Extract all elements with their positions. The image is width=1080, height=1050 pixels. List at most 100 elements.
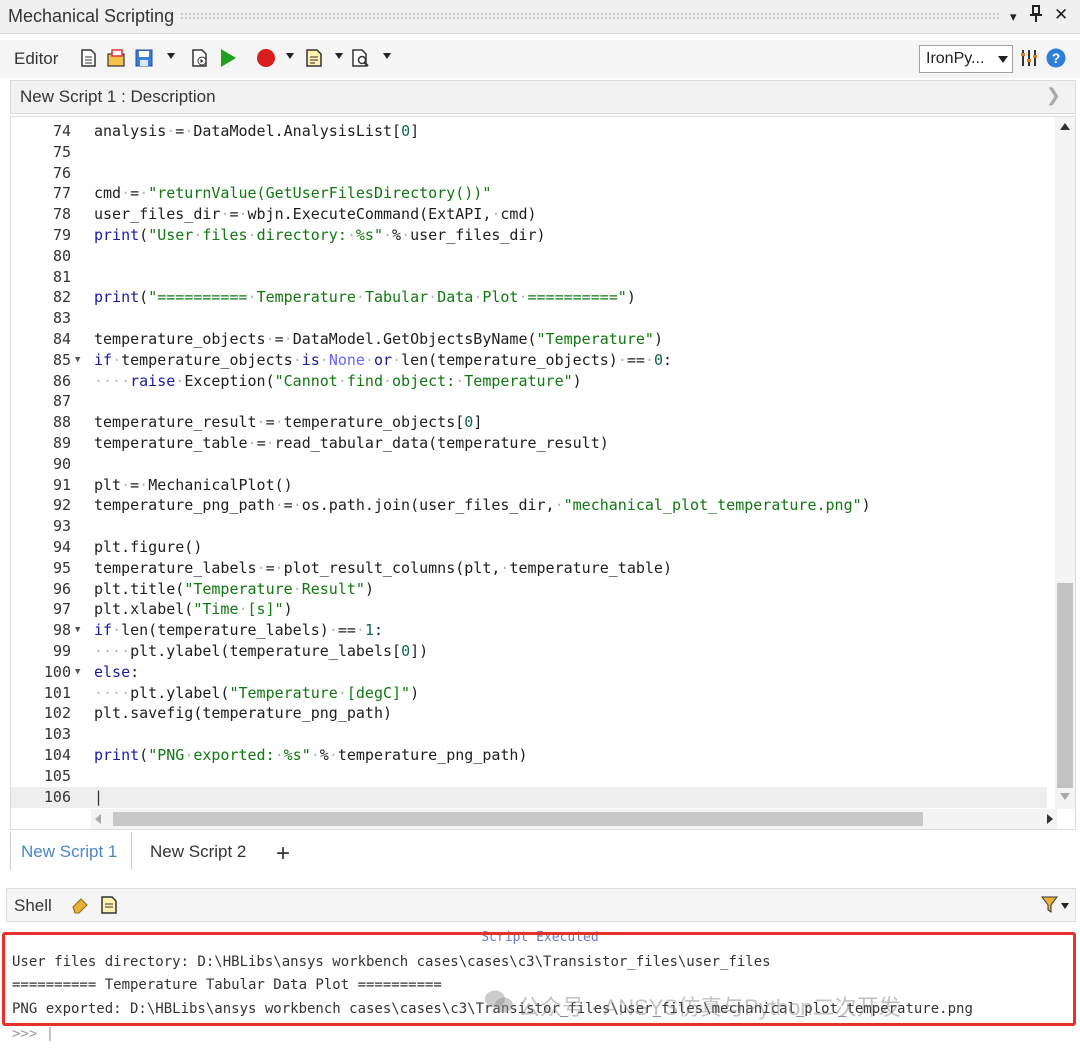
code-text: else: (94, 662, 140, 681)
language-select[interactable]: IronPy... (919, 45, 1013, 73)
window-menu-icon[interactable]: ▾ (1010, 9, 1017, 25)
code-text: ····plt.ylabel(temperature_labels[0]) (94, 642, 429, 660)
drag-grip[interactable] (180, 12, 1000, 20)
clear-shell-icon[interactable] (71, 895, 91, 915)
line-number: 101 (43, 683, 71, 702)
scroll-up-icon[interactable] (1060, 123, 1070, 130)
code-line[interactable]: 87 (11, 391, 1047, 412)
record-dropdown-icon[interactable] (286, 53, 294, 59)
code-line[interactable]: 106 | (11, 786, 1047, 808)
wechat-icon (484, 988, 514, 1016)
code-text: plt.savefig(temperature_png_path) (94, 704, 393, 723)
help-icon[interactable]: ? (1046, 48, 1066, 68)
line-number: 80 (52, 246, 71, 265)
code-text: temperature_labels·=·plot_result_columns… (94, 558, 672, 577)
scroll-left-icon[interactable] (95, 814, 101, 824)
tab-new-script-2[interactable]: New Script 2 (140, 832, 266, 870)
shell-prompt[interactable]: >>> | (12, 1026, 54, 1042)
code-text: cmd·=·"returnValue(GetUserFilesDirectory… (94, 184, 492, 203)
vertical-scroll-thumb[interactable] (1057, 583, 1073, 788)
code-line[interactable]: 76 (11, 163, 1047, 184)
vertical-scrollbar[interactable] (1055, 117, 1075, 809)
fold-toggle-icon[interactable]: ▼ (75, 620, 80, 641)
code-line[interactable]: 97 plt.xlabel("Time·[s]") (11, 599, 1047, 620)
horizontal-scroll-thumb[interactable] (113, 812, 923, 826)
line-number: 78 (52, 205, 71, 224)
code-line[interactable]: 88 temperature_result·=·temperature_objec… (11, 412, 1047, 433)
code-text: | (94, 787, 103, 808)
line-number: 85 (52, 350, 71, 369)
line-number: 89 (52, 434, 71, 452)
language-select-value: IronPy... (926, 50, 985, 67)
code-line[interactable]: 81 (11, 267, 1047, 288)
run-icon[interactable] (218, 48, 238, 68)
filter-icon[interactable] (1041, 895, 1061, 915)
code-text: ····plt.ylabel("Temperature·[degC]") (94, 683, 420, 702)
code-line[interactable]: 83 (11, 308, 1047, 329)
window-title: Mechanical Scripting (8, 6, 175, 26)
close-icon[interactable]: ✕ (1054, 5, 1068, 25)
code-line[interactable]: 99 ····plt.ylabel(temperature_labels[0]) (11, 641, 1047, 662)
pin-icon[interactable] (1030, 5, 1042, 28)
code-line[interactable]: 74 analysis·=·DataModel.AnalysisList[0] (11, 121, 1047, 142)
code-editor[interactable]: 74 analysis·=·DataModel.AnalysisList[0] 75… (10, 116, 1076, 830)
line-number: 102 (43, 704, 71, 723)
code-line[interactable]: 102 plt.savefig(temperature_png_path) (11, 703, 1047, 724)
open-icon[interactable] (106, 48, 126, 68)
code-text: print("User·files·directory:·%s"·%·user_… (94, 226, 546, 244)
code-line[interactable]: 96 plt.title("Temperature·Result") (11, 579, 1047, 600)
find-dropdown-icon[interactable] (383, 53, 391, 59)
line-number: 106 (43, 787, 71, 806)
line-number: 96 (52, 579, 71, 598)
line-number: 76 (52, 163, 71, 182)
add-tab-button[interactable]: + (276, 840, 290, 868)
snippet-icon[interactable] (304, 48, 324, 68)
code-line[interactable]: 75 (11, 142, 1047, 163)
code-line[interactable]: 82 print("==========·Temperature·Tabular·… (11, 287, 1047, 308)
code-line[interactable]: 79 print("User·files·directory:·%s"·%·use… (11, 225, 1047, 246)
line-number: 82 (52, 288, 71, 307)
code-line[interactable]: 92 temperature_png_path·=·os.path.join(us… (11, 495, 1047, 516)
code-line[interactable]: 89 temperature_table·=·read_tabular_data(… (11, 433, 1047, 454)
horizontal-scrollbar[interactable] (91, 809, 1057, 829)
code-line[interactable]: 103 (11, 724, 1047, 745)
code-line[interactable]: 101 ····plt.ylabel("Temperature·[degC]") (11, 683, 1047, 704)
debug-icon[interactable] (190, 48, 210, 68)
line-number: 105 (43, 766, 71, 785)
code-line[interactable]: 80 (11, 246, 1047, 267)
code-line[interactable]: 86 ····raise·Exception("Cannot·find·objec… (11, 371, 1047, 392)
scroll-down-icon[interactable] (1060, 793, 1070, 800)
new-script-icon[interactable] (78, 48, 98, 68)
code-line[interactable]: 104 print("PNG·exported:·%s"·%·temperatur… (11, 745, 1047, 766)
code-text: analysis·=·DataModel.AnalysisList[0] (94, 122, 420, 140)
line-number: 95 (52, 558, 71, 577)
snippet-dropdown-icon[interactable] (335, 53, 343, 59)
settings-icon[interactable] (1019, 48, 1039, 68)
filter-dropdown-icon[interactable] (1061, 903, 1069, 909)
code-line[interactable]: 105 (11, 766, 1047, 787)
code-line[interactable]: 93 (11, 516, 1047, 537)
code-line[interactable]: 78 user_files_dir·=·wbjn.ExecuteCommand(E… (11, 204, 1047, 225)
fold-toggle-icon[interactable]: ▼ (75, 662, 80, 683)
code-line[interactable]: 77 cmd·=·"returnValue(GetUserFilesDirecto… (11, 183, 1047, 204)
save-dropdown-icon[interactable] (167, 53, 175, 59)
code-line[interactable]: 91 plt·=·MechanicalPlot() (11, 475, 1047, 496)
record-icon[interactable] (256, 48, 276, 68)
shell-snippet-icon[interactable] (99, 895, 119, 915)
code-line[interactable]: 84 temperature_objects·=·DataModel.GetObj… (11, 329, 1047, 350)
tab-new-script-1[interactable]: New Script 1 (10, 832, 132, 870)
code-line[interactable]: 98 ▼ if·len(temperature_labels)·==·1: (11, 620, 1047, 641)
code-line[interactable]: 95 temperature_labels·=·plot_result_colum… (11, 558, 1047, 579)
chevron-right-icon[interactable]: ❯ (1046, 85, 1061, 106)
code-line[interactable]: 90 (11, 454, 1047, 475)
script-description-bar[interactable]: New Script 1 : Description ❯ (10, 80, 1076, 114)
code-line[interactable]: 100 ▼ else: (11, 662, 1047, 683)
code-line[interactable]: 85 ▼ if·temperature_objects·is·None·or·len… (11, 350, 1047, 371)
save-icon[interactable] (134, 48, 154, 68)
scroll-right-icon[interactable] (1047, 814, 1053, 824)
find-icon[interactable] (350, 48, 370, 68)
code-text: user_files_dir·=·wbjn.ExecuteCommand(Ext… (94, 205, 537, 224)
code-line[interactable]: 94 plt.figure() (11, 537, 1047, 558)
line-number: 87 (52, 392, 71, 411)
fold-toggle-icon[interactable]: ▼ (75, 350, 80, 371)
